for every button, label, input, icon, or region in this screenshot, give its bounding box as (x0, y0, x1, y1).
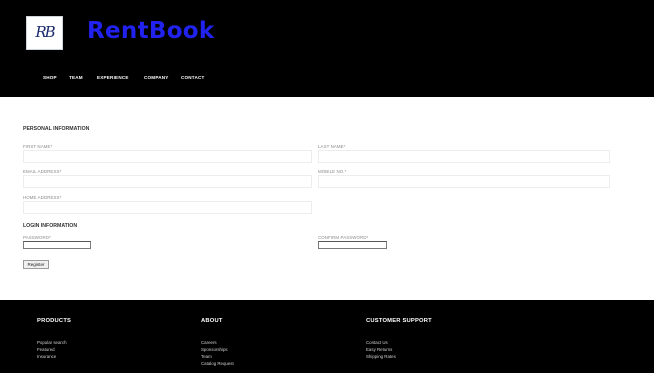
footer-link-careers[interactable]: Careers (201, 340, 217, 345)
footer-link-popular-search[interactable]: Popular search (37, 340, 67, 345)
confirm-password-field[interactable] (318, 241, 387, 249)
password-field[interactable] (23, 241, 91, 249)
login-information-heading: LOGIN INFORMATION (23, 223, 78, 229)
footer-link-featured[interactable]: Featured (37, 347, 55, 352)
nav-link-team[interactable]: TEAM (69, 75, 83, 80)
email-field[interactable] (23, 175, 312, 188)
last-name-label: LAST NAME* (318, 144, 346, 149)
personal-information-heading: PERSONAL INFORMATION (23, 126, 90, 132)
home-address-field[interactable] (23, 201, 312, 214)
footer-heading-products: PRODUCTS (37, 318, 72, 324)
logo-mark: RB (35, 22, 55, 41)
email-label: EMAIL ADDRESS* (23, 169, 62, 174)
password-label: PASSWORD* (23, 235, 51, 240)
footer-link-catalog-request[interactable]: Catalog Request (201, 361, 234, 366)
first-name-label: FIRST NAME* (23, 144, 53, 149)
registration-form: PERSONAL INFORMATION FIRST NAME* LAST NA… (0, 97, 654, 300)
footer-link-team[interactable]: Team (201, 354, 212, 359)
footer-heading-about: ABOUT (201, 318, 223, 324)
nav-link-contact[interactable]: CONTACT (181, 75, 205, 80)
logo[interactable]: RB (26, 16, 63, 50)
last-name-field[interactable] (318, 150, 610, 163)
footer-link-easy-returns[interactable]: Easy Returns (366, 347, 392, 352)
footer-heading-customer-support: CUSTOMER SUPPORT (366, 318, 432, 324)
mobile-field[interactable] (318, 175, 610, 188)
home-address-label: HOME ADDRESS* (23, 195, 62, 200)
nav-link-shop[interactable]: SHOP (43, 75, 57, 80)
confirm-password-label: CONFIRM PASSWORD* (318, 235, 369, 240)
registration-page: RB RentBook SHOP TEAM EXPERIENCE COMPANY… (0, 0, 654, 373)
register-button[interactable]: Register (23, 260, 49, 269)
first-name-field[interactable] (23, 150, 312, 163)
nav-link-experience[interactable]: EXPERIENCE (97, 75, 129, 80)
site-footer: PRODUCTS Popular search Featured Insuran… (0, 300, 654, 373)
site-header: RB RentBook SHOP TEAM EXPERIENCE COMPANY… (0, 0, 654, 97)
mobile-label: MOBILE NO.* (318, 169, 347, 174)
site-title: RentBook (87, 18, 215, 44)
nav-link-company[interactable]: COMPANY (144, 75, 169, 80)
footer-link-sponsorships[interactable]: Sponsorships (201, 347, 228, 352)
main-nav: SHOP TEAM EXPERIENCE COMPANY CONTACT (0, 75, 654, 85)
footer-link-shipping-rates[interactable]: Shipping Rates (366, 354, 396, 359)
footer-link-contact-us[interactable]: Contact Us (366, 340, 388, 345)
footer-link-insurance[interactable]: Insurance (37, 354, 56, 359)
